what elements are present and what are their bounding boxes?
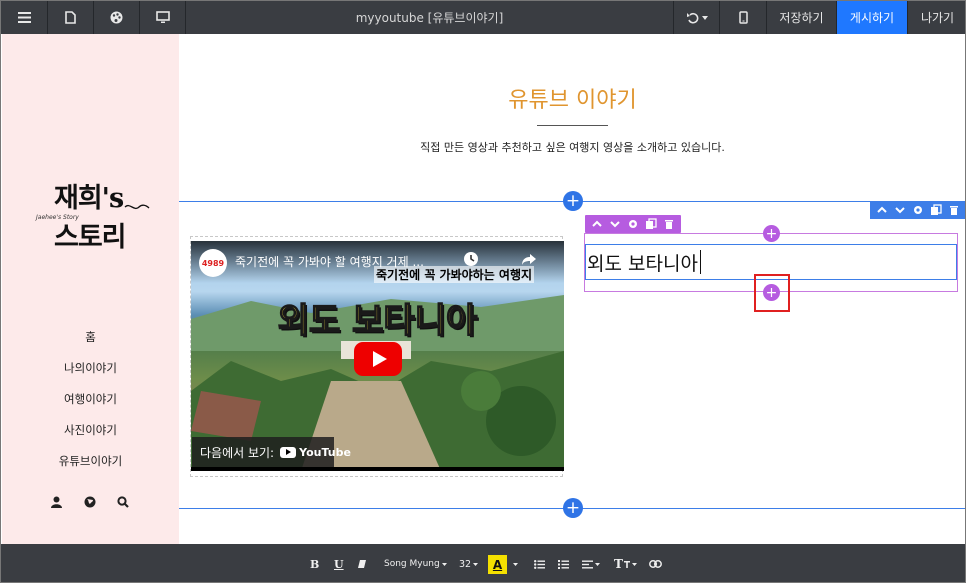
palette-icon: [110, 11, 123, 24]
video-block[interactable]: 4989 죽기전에 꼭 가봐야 할 여행지 거제 ... 죽기전에 꼭 가봐야하…: [190, 236, 564, 477]
share-icon[interactable]: [521, 251, 537, 267]
trash-icon[interactable]: [663, 218, 675, 230]
caret-down-icon: [513, 562, 518, 566]
move-up-icon[interactable]: [591, 218, 603, 230]
page-subtitle[interactable]: 직접 만든 영상과 추천하고 싶은 여행지 영상을 소개하고 있습니다.: [179, 139, 965, 155]
caret-down-icon: [631, 562, 637, 566]
text-size-icon: [623, 560, 630, 568]
editor-window: myyoutube [유튜브이야기] 저장하기 게시하기 나가기 재희's 스토…: [0, 0, 966, 583]
file-icon: [65, 11, 76, 24]
publish-button[interactable]: 게시하기: [836, 1, 907, 34]
user-icon[interactable]: [49, 495, 63, 509]
caret-down-icon: [473, 562, 479, 566]
duplicate-icon[interactable]: [930, 204, 942, 216]
site-sidebar: 재희's 스토리 Jaehee's Story 홈 나의이야기 여행이야기 사진…: [2, 34, 179, 544]
caret-down-icon: [595, 562, 600, 566]
mobile-icon: [738, 11, 748, 24]
video-bottom-bar: [191, 467, 564, 471]
theme-button[interactable]: [94, 1, 140, 34]
exit-button[interactable]: 나가기: [907, 1, 965, 34]
highlight-annotation-box: [754, 274, 790, 312]
numbered-list-icon: [558, 559, 569, 569]
search-icon[interactable]: [116, 495, 130, 509]
globe-icon[interactable]: [83, 495, 97, 509]
undo-button[interactable]: [673, 1, 719, 34]
settings-gear-icon[interactable]: [627, 218, 639, 230]
add-element-above-button[interactable]: +: [763, 225, 780, 242]
caret-down-icon: [701, 15, 708, 20]
plus-icon: +: [765, 225, 778, 242]
caret-down-icon: [441, 562, 447, 566]
plus-icon: +: [565, 497, 581, 518]
channel-badge[interactable]: 4989: [199, 249, 227, 277]
font-family-select[interactable]: Song Myung: [384, 544, 447, 582]
link-button[interactable]: [649, 544, 662, 582]
desktop-view-button[interactable]: [140, 1, 186, 34]
eraser-icon: [358, 560, 366, 568]
menu-button[interactable]: [1, 1, 48, 34]
clock-icon[interactable]: [463, 251, 479, 267]
sidebar-item-my-story[interactable]: 나의이야기: [2, 357, 179, 376]
sidebar-item-home[interactable]: 홈: [2, 326, 179, 345]
logo-small-text: Jaehee's Story: [36, 214, 79, 221]
logo-swirl-icon: [124, 204, 150, 210]
settings-gear-icon[interactable]: [912, 204, 924, 216]
align-left-icon: [582, 560, 593, 568]
play-icon: [372, 351, 387, 367]
move-down-icon[interactable]: [609, 218, 621, 230]
title-divider: [537, 125, 608, 126]
play-button[interactable]: [354, 342, 402, 376]
watch-on-youtube-link[interactable]: 다음에서 보기: YouTube: [192, 437, 351, 467]
page-button[interactable]: [48, 1, 94, 34]
move-down-icon[interactable]: [894, 204, 906, 216]
plus-icon: +: [565, 190, 581, 211]
youtube-embed[interactable]: 4989 죽기전에 꼭 가봐야 할 여행지 거제 ... 죽기전에 꼭 가봐야하…: [191, 241, 564, 471]
youtube-logo: YouTube: [280, 446, 351, 459]
hamburger-icon: [17, 12, 31, 23]
youtube-play-icon: [280, 446, 297, 458]
bold-button[interactable]: B: [310, 544, 319, 582]
clear-format-button[interactable]: [357, 544, 367, 582]
top-toolbar: myyoutube [유튜브이야기] 저장하기 게시하기 나가기: [1, 1, 965, 34]
video-thumbnail-title: 외도 보타니아: [277, 300, 478, 342]
font-size-select[interactable]: 32: [459, 544, 479, 582]
text-element-content[interactable]: 외도 보타니아: [587, 249, 698, 276]
video-overlay-caption: 죽기전에 꼭 가봐야하는 여행지: [374, 266, 535, 283]
bullet-list-icon: [534, 559, 545, 569]
monitor-icon: [155, 11, 170, 23]
add-section-top-button[interactable]: +: [563, 191, 583, 211]
save-button[interactable]: 저장하기: [766, 1, 836, 34]
page-canvas: 유튜브 이야기 직접 만든 영상과 추천하고 싶은 여행지 영상을 소개하고 있…: [179, 34, 965, 544]
text-color-button[interactable]: A: [488, 555, 507, 574]
text-style-select[interactable]: T: [614, 544, 637, 582]
align-select[interactable]: [582, 544, 600, 582]
undo-icon: [686, 12, 698, 24]
sidebar-item-youtube-story[interactable]: 유튜브이야기: [2, 450, 179, 469]
underline-button[interactable]: U: [334, 544, 344, 582]
move-up-icon[interactable]: [876, 204, 888, 216]
text-caret: [699, 250, 701, 274]
site-title: myyoutube [유튜브이야기]: [355, 11, 504, 25]
page-title[interactable]: 유튜브 이야기: [179, 82, 965, 114]
numbered-list-button[interactable]: [558, 544, 569, 582]
add-section-bottom-button[interactable]: +: [563, 498, 583, 518]
site-logo[interactable]: 재희's 스토리 Jaehee's Story: [32, 174, 152, 253]
mobile-view-button[interactable]: [719, 1, 766, 34]
duplicate-icon[interactable]: [645, 218, 657, 230]
sidebar-item-photo-story[interactable]: 사진이야기: [2, 419, 179, 438]
bullet-list-button[interactable]: [534, 544, 545, 582]
element-toolbar: [585, 215, 681, 233]
sidebar-item-travel-story[interactable]: 여행이야기: [2, 388, 179, 407]
link-icon: [649, 560, 662, 568]
text-color-dropdown[interactable]: [513, 544, 518, 582]
text-format-toolbar: B U Song Myung 32 A T: [1, 544, 965, 582]
trash-icon[interactable]: [948, 204, 960, 216]
row-toolbar: [870, 201, 965, 219]
